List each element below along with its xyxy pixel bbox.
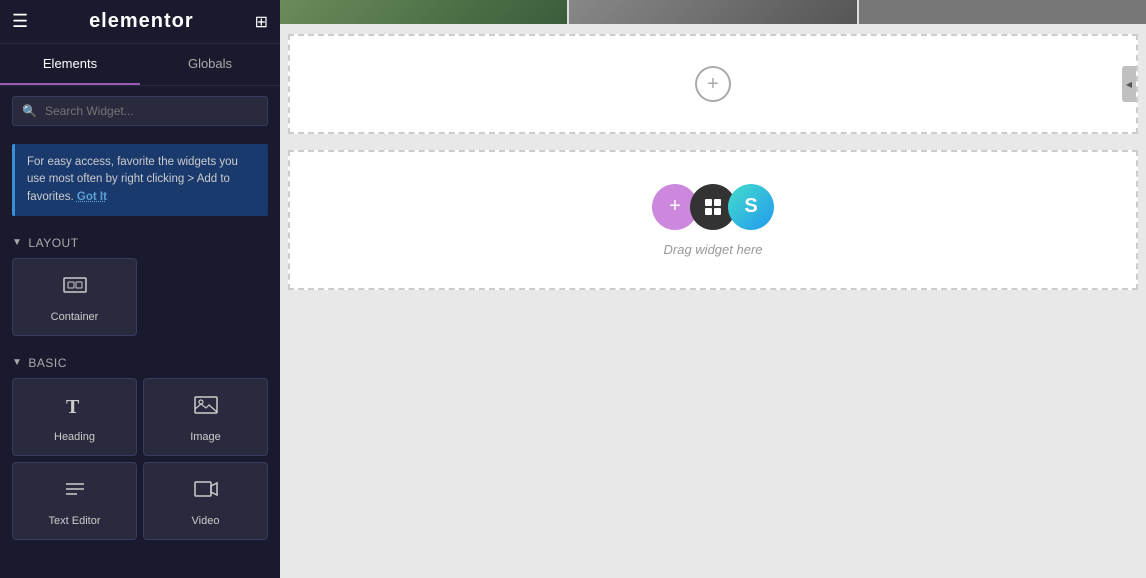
container-label: Container — [51, 311, 99, 323]
layout-section-title: ▼ Layout — [0, 224, 280, 258]
tip-text: For easy access, favorite the widgets yo… — [27, 156, 238, 203]
search-input[interactable] — [12, 96, 268, 126]
drag-icon-green: S — [728, 184, 774, 230]
widget-text-editor[interactable]: Text Editor — [12, 462, 137, 540]
got-it-link[interactable]: Got It — [77, 191, 107, 203]
canvas-area: + ◀ + S Drag widget here — [280, 0, 1146, 578]
image-label: Image — [190, 431, 221, 443]
video-label: Video — [192, 515, 220, 527]
section-empty: + ◀ — [288, 34, 1138, 134]
tab-globals[interactable]: Globals — [140, 44, 280, 85]
heading-label: Heading — [54, 431, 95, 443]
section-drag: + S Drag widget here — [288, 150, 1138, 290]
tab-elements[interactable]: Elements — [0, 44, 140, 85]
hamburger-icon[interactable]: ☰ — [12, 11, 28, 32]
sidebar-header: ☰ elementor ⊞ — [0, 0, 280, 44]
drag-text: Drag widget here — [664, 242, 763, 257]
grid-icon[interactable]: ⊞ — [255, 12, 268, 32]
sidebar: ☰ elementor ⊞ Elements Globals 🔍 For eas… — [0, 0, 280, 578]
collapse-icon: ◀ — [1126, 80, 1132, 89]
search-wrapper: 🔍 — [12, 96, 268, 126]
text-editor-icon — [61, 475, 89, 509]
basic-label: Basic — [28, 356, 67, 370]
layout-label: Layout — [28, 236, 78, 250]
widget-heading[interactable]: T Heading — [12, 378, 137, 456]
image-icon — [192, 391, 220, 425]
sidebar-tabs: Elements Globals — [0, 44, 280, 86]
basic-section-title: ▼ Basic — [0, 344, 280, 378]
add-section-button[interactable]: + — [695, 66, 731, 102]
basic-arrow-icon: ▼ — [12, 357, 22, 368]
container-icon — [61, 271, 89, 305]
text-editor-label: Text Editor — [49, 515, 101, 527]
collapse-handle[interactable]: ◀ — [1122, 66, 1136, 102]
search-icon: 🔍 — [22, 104, 37, 118]
logo: elementor — [89, 10, 194, 33]
layout-widgets-grid: Container — [0, 258, 280, 344]
layout-arrow-icon: ▼ — [12, 237, 22, 248]
search-container: 🔍 — [0, 86, 280, 136]
top-image-strip — [280, 0, 1146, 24]
svg-text:T: T — [66, 396, 80, 418]
widget-image[interactable]: Image — [143, 378, 268, 456]
video-icon — [192, 475, 220, 509]
heading-icon: T — [61, 391, 89, 425]
drag-icons-group: + S — [652, 184, 774, 230]
widget-video[interactable]: Video — [143, 462, 268, 540]
basic-widgets-grid: T Heading Image — [0, 378, 280, 548]
favorites-tip: For easy access, favorite the widgets yo… — [12, 144, 268, 216]
widget-container[interactable]: Container — [12, 258, 137, 336]
